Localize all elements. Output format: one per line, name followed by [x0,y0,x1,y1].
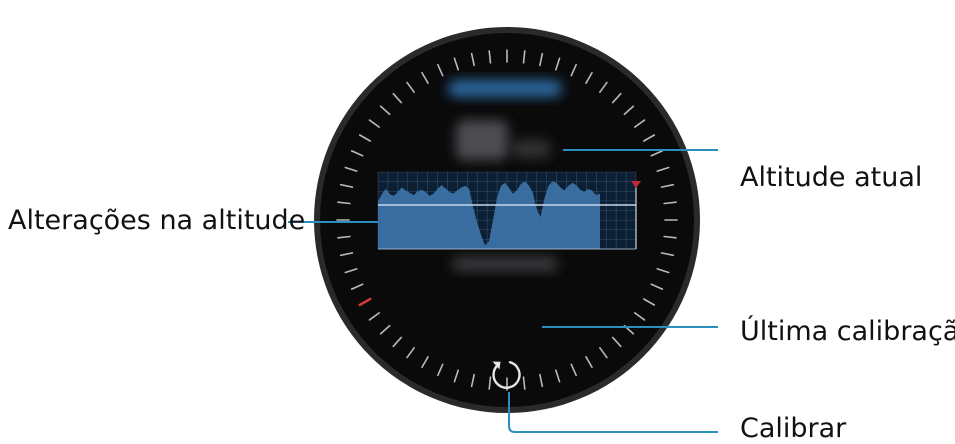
screen-title-blurred [448,80,562,97]
current-altitude-value-blurred [456,120,508,160]
altitude-unit-blurred [512,140,550,158]
refresh-icon[interactable] [491,359,523,391]
callout-current-altitude: Altitude atual [740,162,923,193]
callout-last-calibration: Última calibração [740,316,955,347]
last-calibration-value-blurred [452,257,558,271]
callout-altitude-changes: Alterações na altitude [8,205,306,236]
instruction-figure: Altitude atual Alterações na altitude Úl… [0,0,955,444]
altitude-graph [377,171,641,250]
callout-calibrate: Calibrar [740,413,847,444]
